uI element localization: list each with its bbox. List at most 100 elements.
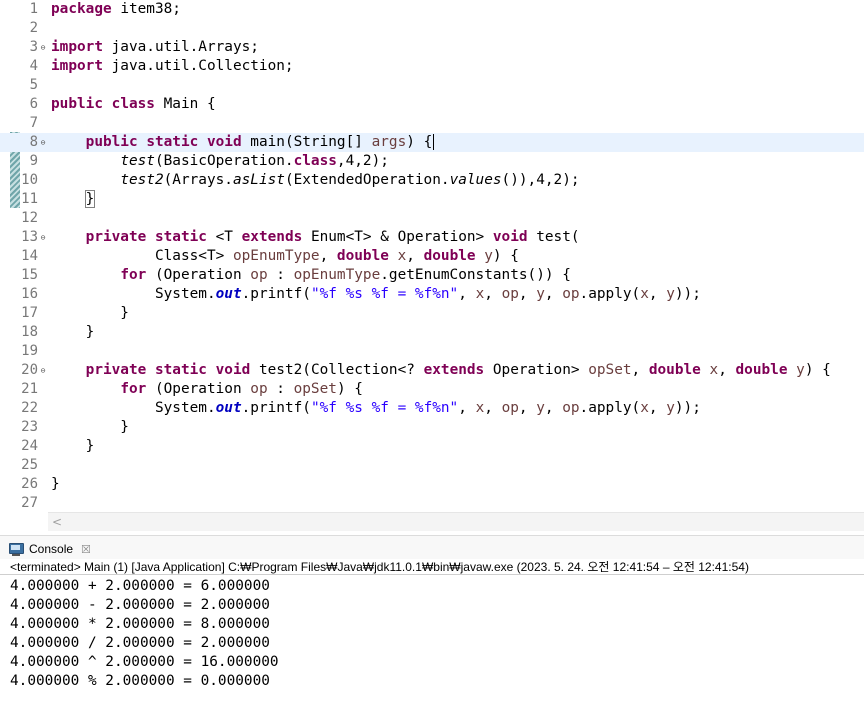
line-number: 4 [29, 58, 38, 74]
code-token: } [51, 476, 60, 492]
code-token: (BasicOperation. [154, 153, 294, 169]
code-token: class [293, 153, 337, 169]
code-token: test2(Collection<? [250, 362, 424, 378]
code-line[interactable]: 24 } [0, 437, 864, 456]
code-token: (Operation [146, 267, 251, 283]
line-number: 8 [29, 134, 38, 150]
code-token: op [250, 381, 268, 397]
code-line[interactable]: 9 test(BasicOperation.class,4,2); [0, 152, 864, 171]
line-number: 19 [21, 343, 38, 359]
editor-horizontal-scrollbar[interactable]: < [48, 512, 864, 531]
code-line[interactable]: 23 } [0, 418, 864, 437]
code-token: (Arrays. [163, 172, 233, 188]
fold-collapse-icon[interactable]: ⊖ [38, 361, 48, 380]
code-token: ) { [804, 362, 831, 378]
code-token: public [85, 134, 138, 150]
code-editor[interactable]: 1 package item38; 2 3 ⊖ import java.util.Arra… [0, 0, 864, 515]
code-line[interactable]: 20 ⊖ private static void test2(Collection… [0, 361, 864, 380]
code-token: )); [674, 400, 701, 416]
code-line[interactable]: 5 [0, 76, 864, 95]
code-token: main(String[] [241, 134, 372, 150]
code-token: } [51, 324, 95, 340]
code-text: System.out.printf("%f %s %f = %f%n", x, … [51, 399, 701, 418]
code-line[interactable]: 14 Class<T> opEnumType, double x, double… [0, 247, 864, 266]
code-token: opEnumType [232, 248, 320, 264]
code-token: private [85, 229, 147, 245]
code-line[interactable]: 21 for (Operation op : opSet) { [0, 380, 864, 399]
code-token: , [484, 400, 502, 416]
console-output-line: 4.000000 * 2.000000 = 8.000000 [10, 616, 270, 632]
code-line[interactable]: 2 [0, 19, 864, 38]
console-output-line: 4.000000 - 2.000000 = 2.000000 [10, 597, 270, 613]
code-token: )); [674, 286, 701, 302]
chevron-left-icon[interactable]: < [52, 513, 64, 531]
console-status-line: <terminated> Main (1) [Java Application]… [0, 559, 864, 575]
code-line[interactable]: 11 } [0, 190, 864, 209]
code-token: private [85, 362, 147, 378]
code-line[interactable]: 6 public class Main { [0, 95, 864, 114]
line-number: 7 [29, 115, 38, 131]
code-line[interactable]: 13 ⊖ private static <T extends Enum<T> & … [0, 228, 864, 247]
console-output[interactable]: 4.000000 + 2.000000 = 6.000000 4.000000 -… [0, 577, 864, 702]
code-token: double [648, 362, 701, 378]
code-token: "%f %s %f = %f%n" [310, 286, 459, 302]
fold-collapse-icon[interactable]: ⊖ [38, 228, 48, 247]
code-line[interactable]: 3 ⊖ import java.util.Arrays; [0, 38, 864, 57]
line-number: 11 [21, 191, 38, 207]
code-token: extends [241, 229, 303, 245]
code-token: .getEnumConstants()) { [380, 267, 571, 283]
text-caret [433, 134, 435, 150]
code-token: , [718, 362, 736, 378]
code-line[interactable]: 19 [0, 342, 864, 361]
line-number: 16 [21, 286, 38, 302]
line-number: 22 [21, 400, 38, 416]
code-line[interactable]: 22 System.out.printf("%f %s %f = %f%n", … [0, 399, 864, 418]
code-token: java.util.Collection; [102, 58, 294, 74]
code-token: , [458, 400, 476, 416]
code-token: , [406, 248, 424, 264]
console-output-line: 4.000000 / 2.000000 = 2.000000 [10, 635, 270, 651]
fold-collapse-icon[interactable]: ⊖ [38, 38, 48, 57]
code-line[interactable]: 7 [0, 114, 864, 133]
code-line[interactable]: 18 } [0, 323, 864, 342]
code-line[interactable]: 27 [0, 494, 864, 513]
code-line[interactable]: 16 System.out.printf("%f %s %f = %f%n", … [0, 285, 864, 304]
code-line[interactable]: 25 [0, 456, 864, 475]
code-token: , [544, 286, 563, 302]
code-token: Class<T> [51, 248, 233, 264]
code-text: } [51, 323, 95, 342]
code-token: .apply( [579, 400, 641, 416]
code-token: op [250, 267, 268, 283]
code-line[interactable]: 8 ⊖ public static void main(String[] args… [0, 133, 864, 152]
tab-console[interactable]: Console ☒ [8, 539, 91, 559]
code-token: , [544, 400, 563, 416]
code-token: x [640, 286, 649, 302]
code-line[interactable]: 15 for (Operation op : opEnumType.getEnu… [0, 266, 864, 285]
code-token: for [120, 267, 147, 283]
code-line[interactable]: 26} [0, 475, 864, 494]
code-line[interactable]: 17 } [0, 304, 864, 323]
code-token: double [423, 248, 476, 264]
code-token: values [449, 172, 502, 188]
code-token: x [397, 248, 407, 264]
code-token: op [562, 286, 580, 302]
close-icon[interactable]: ☒ [81, 543, 91, 556]
line-number: 21 [21, 381, 38, 397]
fold-collapse-icon[interactable]: ⊖ [38, 133, 48, 152]
line-number: 1 [29, 1, 38, 17]
console-output-line: 4.000000 + 2.000000 = 6.000000 [10, 578, 270, 594]
code-token: Main { [154, 96, 216, 112]
code-line[interactable]: 4 import java.util.Collection; [0, 57, 864, 76]
code-line[interactable]: 10 test2(Arrays.asList(ExtendedOperation… [0, 171, 864, 190]
code-token: ) { [406, 134, 433, 150]
code-line[interactable]: 12 [0, 209, 864, 228]
code-line[interactable]: 1 package item38; [0, 0, 864, 19]
